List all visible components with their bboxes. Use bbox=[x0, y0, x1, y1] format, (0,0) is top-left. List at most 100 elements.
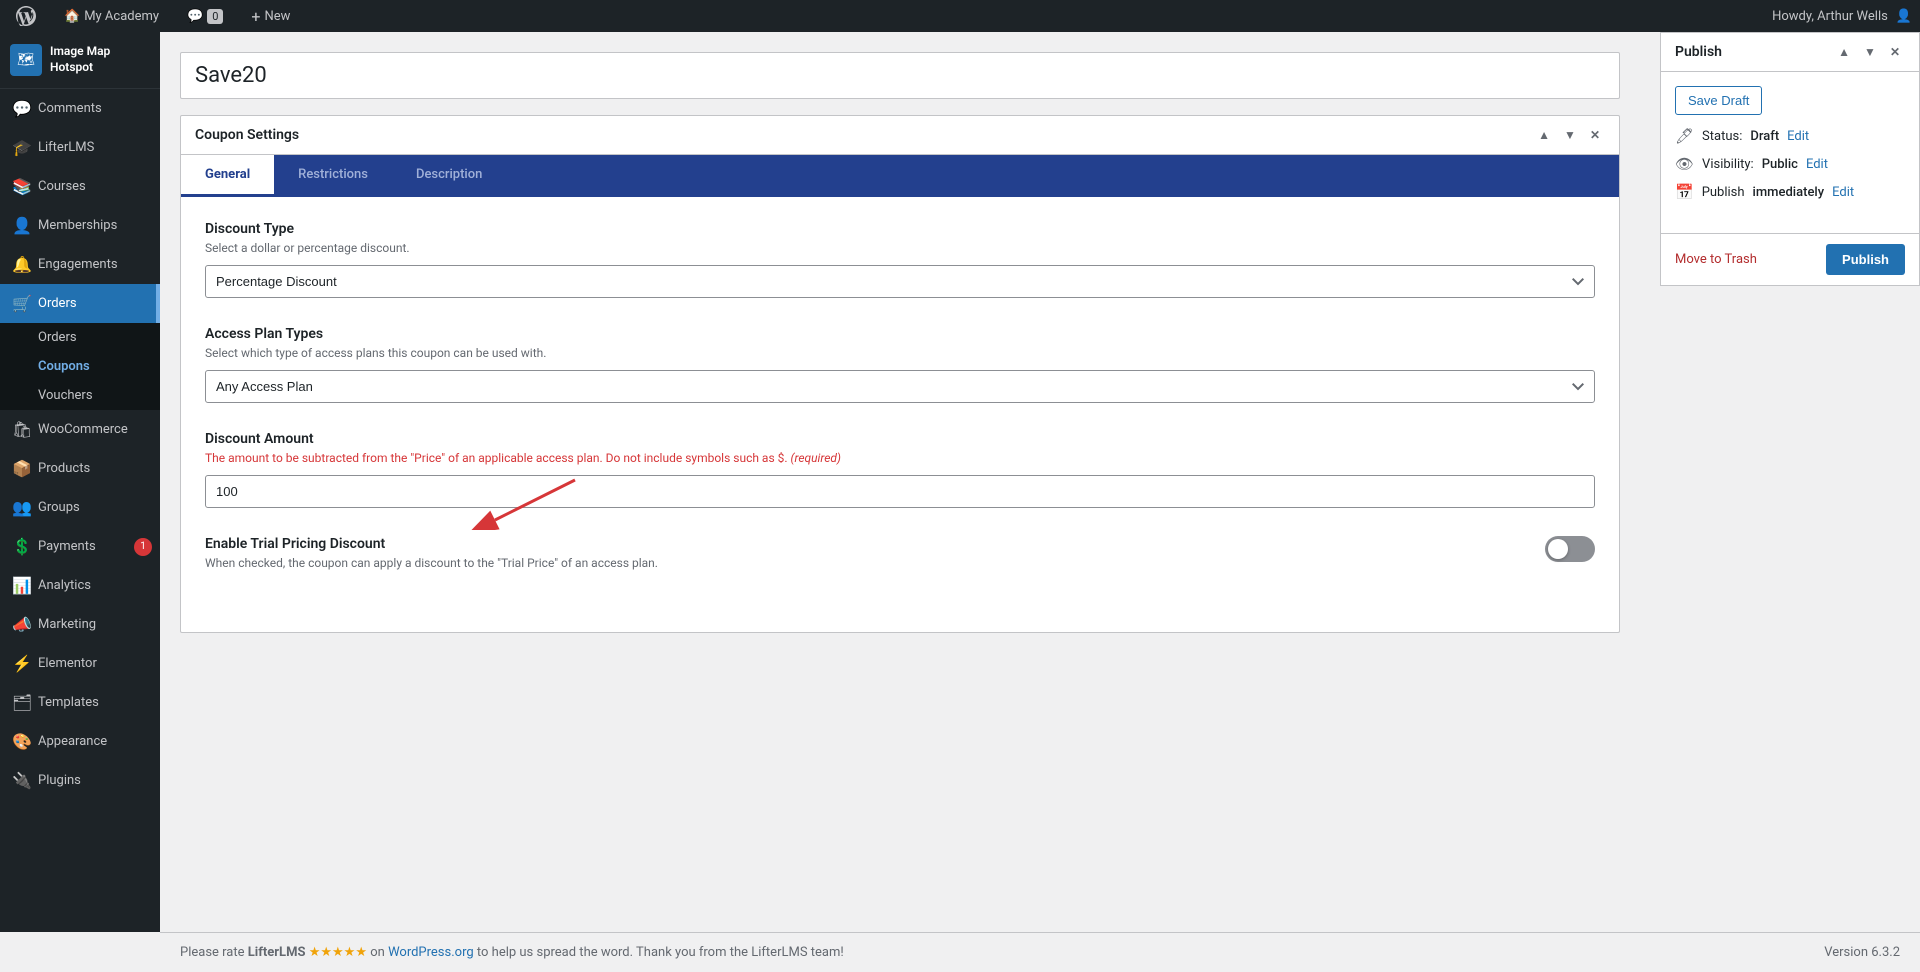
footer-brand: LifterLMS bbox=[248, 945, 306, 960]
publish-footer: Move to Trash Publish bbox=[1661, 233, 1919, 285]
trial-pricing-toggle[interactable] bbox=[1545, 536, 1595, 562]
sidebar-item-memberships[interactable]: 👤 Memberships bbox=[0, 206, 160, 245]
status-icon: 🖊 bbox=[1675, 127, 1694, 145]
comments-count: 0 bbox=[207, 9, 223, 24]
publish-header-controls: ▲ ▼ ✕ bbox=[1833, 43, 1905, 61]
home-icon: 🏠 bbox=[64, 9, 80, 24]
sidebar-item-label: Marketing bbox=[38, 617, 96, 632]
tab-restrictions[interactable]: Restrictions bbox=[274, 155, 392, 197]
coupon-settings-box: Coupon Settings ▲ ▼ ✕ General Restrictio… bbox=[180, 115, 1620, 633]
sidebar-item-courses[interactable]: 📚 Courses bbox=[0, 167, 160, 206]
discount-type-section: Discount Type Select a dollar or percent… bbox=[205, 221, 1595, 298]
sidebar-submenu-vouchers[interactable]: Vouchers bbox=[0, 381, 160, 410]
publish-collapse-up[interactable]: ▲ bbox=[1833, 43, 1855, 61]
memberships-nav-icon: 👤 bbox=[12, 216, 30, 235]
sidebar-item-label: Orders bbox=[38, 296, 77, 311]
payments-nav-icon: 💲 bbox=[12, 537, 30, 556]
general-tab-content: Discount Type Select a dollar or percent… bbox=[181, 197, 1619, 632]
visibility-edit-link[interactable]: Edit bbox=[1806, 157, 1828, 172]
sidebar-item-analytics[interactable]: 📊 Analytics bbox=[0, 566, 160, 605]
sidebar-item-label: Plugins bbox=[38, 773, 81, 788]
meta-box-down[interactable]: ▼ bbox=[1559, 126, 1581, 144]
admin-bar: 🏠 My Academy 💬 0 + New Howdy, Arthur Wel… bbox=[0, 0, 1920, 32]
coupon-title[interactable]: Save20 bbox=[180, 52, 1620, 99]
tab-bar: General Restrictions Description bbox=[181, 155, 1619, 197]
comments-link[interactable]: 💬 0 bbox=[179, 0, 231, 32]
discount-type-select[interactable]: Percentage Discount Dollar Discount bbox=[205, 265, 1595, 298]
plugins-nav-icon: 🔌 bbox=[12, 771, 30, 790]
discount-amount-label: Discount Amount bbox=[205, 431, 1595, 447]
analytics-nav-icon: 📊 bbox=[12, 576, 30, 595]
page-footer: Please rate LifterLMS ★★★★★ on WordPress… bbox=[160, 932, 1920, 972]
access-plan-select[interactable]: Any Access Plan Single Course Membership bbox=[205, 370, 1595, 403]
sidebar-item-engagements[interactable]: 🔔 Engagements bbox=[0, 245, 160, 284]
wordpress-org-link[interactable]: WordPress.org bbox=[388, 945, 474, 960]
tab-general[interactable]: General bbox=[181, 155, 274, 197]
sidebar-item-plugins[interactable]: 🔌 Plugins bbox=[0, 761, 160, 800]
templates-nav-icon: 🗂 bbox=[12, 693, 30, 712]
sidebar-item-marketing[interactable]: 📣 Marketing bbox=[0, 605, 160, 644]
status-row: 🖊 Status: Draft Edit bbox=[1675, 127, 1905, 145]
sidebar-item-label: Payments bbox=[38, 539, 96, 554]
footer-stars: ★★★★★ bbox=[309, 945, 367, 960]
status-value: Draft bbox=[1750, 129, 1779, 144]
sidebar-item-lifterlms[interactable]: 🎓 LifterLMS bbox=[0, 128, 160, 167]
meta-box-controls: ▲ ▼ ✕ bbox=[1533, 126, 1605, 144]
meta-box-close[interactable]: ✕ bbox=[1585, 126, 1605, 144]
sidebar-item-label: Elementor bbox=[38, 656, 97, 671]
status-edit-link[interactable]: Edit bbox=[1787, 129, 1809, 144]
sidebar-item-appearance[interactable]: 🎨 Appearance bbox=[0, 722, 160, 761]
save-draft-button[interactable]: Save Draft bbox=[1675, 86, 1762, 115]
wp-logo-link[interactable] bbox=[8, 0, 44, 32]
access-plan-desc: Select which type of access plans this c… bbox=[205, 346, 1595, 360]
meta-box-up[interactable]: ▲ bbox=[1533, 126, 1555, 144]
comments-nav-icon: 💬 bbox=[12, 99, 30, 118]
lifterlms-nav-icon: 🎓 bbox=[12, 138, 30, 157]
plus-icon: + bbox=[251, 7, 260, 26]
footer-rate-before: Please rate bbox=[180, 945, 248, 960]
user-avatar-icon: 👤 bbox=[1896, 9, 1912, 24]
sidebar-item-label: Products bbox=[38, 461, 90, 476]
meta-box-body: General Restrictions Description Discoun… bbox=[181, 155, 1619, 632]
publish-collapse-down[interactable]: ▼ bbox=[1859, 43, 1881, 61]
courses-nav-icon: 📚 bbox=[12, 177, 30, 196]
sidebar-item-templates[interactable]: 🗂 Templates bbox=[0, 683, 160, 722]
sidebar-item-label: Comments bbox=[38, 101, 102, 116]
main-content: Save20 Coupon Settings ▲ ▼ ✕ General Res… bbox=[160, 32, 1640, 932]
discount-type-desc: Select a dollar or percentage discount. bbox=[205, 241, 1595, 255]
sidebar-item-label: WooCommerce bbox=[38, 422, 128, 437]
trial-pricing-label: Enable Trial Pricing Discount bbox=[205, 536, 1545, 552]
sidebar-item-woocommerce[interactable]: 🛍 WooCommerce bbox=[0, 410, 160, 449]
sidebar-item-comments[interactable]: 💬 Comments bbox=[0, 89, 160, 128]
sidebar-item-payments[interactable]: 💲 Payments 1 bbox=[0, 527, 160, 566]
toggle-track bbox=[1545, 536, 1595, 562]
publish-button[interactable]: Publish bbox=[1826, 244, 1905, 275]
sidebar-submenu-orders[interactable]: Orders bbox=[0, 323, 160, 352]
sidebar-item-orders[interactable]: 🛒 Orders bbox=[0, 284, 160, 323]
site-name-link[interactable]: 🏠 My Academy bbox=[56, 0, 167, 32]
sidebar-item-label: Groups bbox=[38, 500, 80, 515]
tab-description[interactable]: Description bbox=[392, 155, 506, 197]
new-content-link[interactable]: + New bbox=[243, 0, 298, 32]
sidebar-item-products[interactable]: 📦 Products bbox=[0, 449, 160, 488]
orders-submenu: Orders Coupons Vouchers bbox=[0, 323, 160, 410]
logo-icon: 🗺 bbox=[10, 44, 42, 76]
comments-icon: 💬 bbox=[187, 9, 203, 24]
publish-timing-row: 📅 Publish immediately Edit bbox=[1675, 183, 1905, 201]
sidebar-submenu-coupons[interactable]: Coupons bbox=[0, 352, 160, 381]
woocommerce-nav-icon: 🛍 bbox=[12, 420, 30, 439]
publish-box: Publish ▲ ▼ ✕ Save Draft 🖊 Status: Draft… bbox=[1660, 32, 1920, 286]
publish-timing-value: immediately bbox=[1753, 185, 1825, 200]
sidebar-item-groups[interactable]: 👥 Groups bbox=[0, 488, 160, 527]
publish-timing-edit-link[interactable]: Edit bbox=[1832, 185, 1854, 200]
visibility-row: 👁 Visibility: Public Edit bbox=[1675, 155, 1905, 173]
visibility-value: Public bbox=[1762, 157, 1798, 172]
footer-rate-text: Please rate LifterLMS ★★★★★ on WordPress… bbox=[180, 945, 844, 960]
discount-amount-input[interactable] bbox=[205, 475, 1595, 508]
toggle-thumb bbox=[1548, 539, 1568, 559]
sidebar-item-label: Analytics bbox=[38, 578, 91, 593]
move-to-trash-link[interactable]: Move to Trash bbox=[1675, 252, 1757, 267]
trial-pricing-row: Enable Trial Pricing Discount When check… bbox=[205, 536, 1595, 580]
sidebar-item-elementor[interactable]: ⚡ Elementor bbox=[0, 644, 160, 683]
publish-close[interactable]: ✕ bbox=[1885, 43, 1905, 61]
